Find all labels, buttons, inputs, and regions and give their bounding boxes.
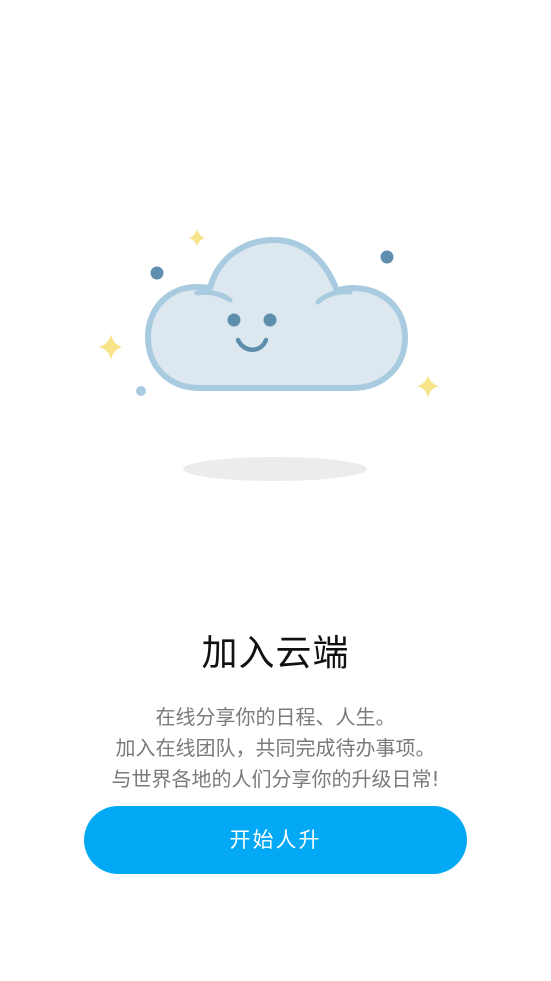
- dot-decoration: [136, 386, 146, 396]
- dot-decoration: [380, 250, 394, 264]
- cloud-icon: [145, 237, 408, 391]
- description-line: 加入在线团队，共同完成待办事项。: [115, 736, 436, 760]
- cloud-illustration: [99, 229, 439, 481]
- sparkle-icon: [189, 229, 205, 246]
- start-button[interactable]: 开始人升: [84, 806, 467, 874]
- cloud-eye-right: [263, 313, 277, 327]
- description-line: 在线分享你的日程、人生。: [155, 705, 396, 729]
- description-line: 与世界各地的人们分享你的升级日常!: [111, 767, 440, 791]
- cloud-eye-left: [227, 313, 241, 327]
- dot-decoration: [150, 266, 164, 280]
- description: 在线分享你的日程、人生。 加入在线团队，共同完成待办事项。 与世界各地的人们分享…: [0, 702, 551, 795]
- cloud-shadow: [183, 457, 367, 481]
- sparkle-icon: [99, 334, 122, 360]
- sparkle-icon: [417, 375, 439, 398]
- page-title: 加入云端: [201, 633, 350, 674]
